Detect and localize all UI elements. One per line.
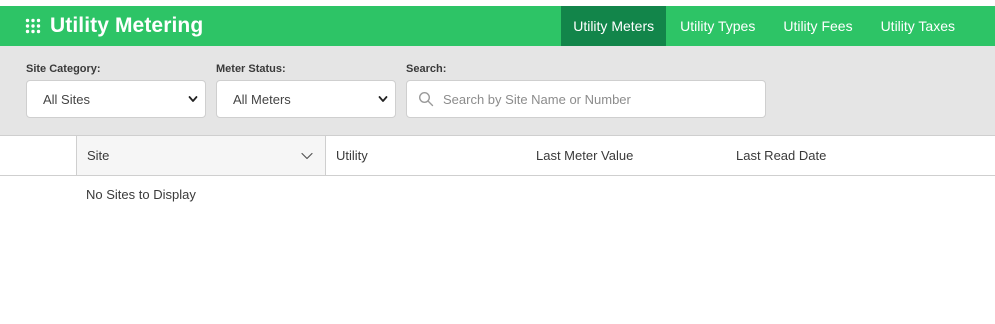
search-placeholder: Search by Site Name or Number — [443, 91, 631, 107]
brand[interactable]: Utility Metering — [25, 6, 203, 46]
grid-dots-icon[interactable] — [25, 18, 41, 34]
tab-utility-fees[interactable]: Utility Fees — [769, 6, 866, 46]
column-header-site[interactable]: Site — [76, 136, 326, 175]
column-label-last-meter-value: Last Meter Value — [536, 148, 634, 163]
chevron-down-icon — [378, 96, 388, 102]
column-label-last-read-date: Last Read Date — [736, 148, 827, 163]
site-category-label: Site Category: — [26, 63, 101, 75]
column-label-utility: Utility — [336, 148, 368, 163]
tab-utility-types[interactable]: Utility Types — [666, 6, 769, 46]
chevron-down-icon — [188, 96, 198, 102]
site-category-value: All Sites — [43, 91, 90, 107]
search-icon — [418, 91, 434, 107]
column-label-site: Site — [87, 148, 110, 163]
column-header-utility[interactable]: Utility — [336, 136, 368, 175]
app-header: Utility Metering Utility Meters Utility … — [0, 6, 995, 46]
search-label: Search: — [406, 63, 447, 75]
meter-status-select[interactable]: All Meters — [216, 80, 396, 118]
utility-metering-page: Utility Metering Utility Meters Utility … — [0, 0, 995, 324]
empty-table-message: No Sites to Display — [86, 187, 196, 202]
tab-utility-meters[interactable]: Utility Meters — [561, 6, 667, 46]
tab-utility-taxes[interactable]: Utility Taxes — [867, 6, 969, 46]
column-header-last-read-date[interactable]: Last Read Date — [736, 136, 826, 175]
site-category-select[interactable]: All Sites — [26, 80, 206, 118]
top-nav: Utility Meters Utility Types Utility Fee… — [561, 6, 969, 46]
meter-status-value: All Meters — [233, 91, 291, 107]
column-header-last-meter-value[interactable]: Last Meter Value — [536, 136, 633, 175]
app-title: Utility Metering — [50, 14, 204, 37]
search-input[interactable]: Search by Site Name or Number — [406, 80, 766, 118]
table-header: Site Utility Last Meter Value Last Read … — [0, 135, 995, 176]
filter-bar: Site Category: All Sites Meter Status: A… — [0, 46, 995, 135]
meter-status-label: Meter Status: — [216, 63, 286, 75]
sort-chevron-down-icon[interactable] — [301, 150, 313, 162]
